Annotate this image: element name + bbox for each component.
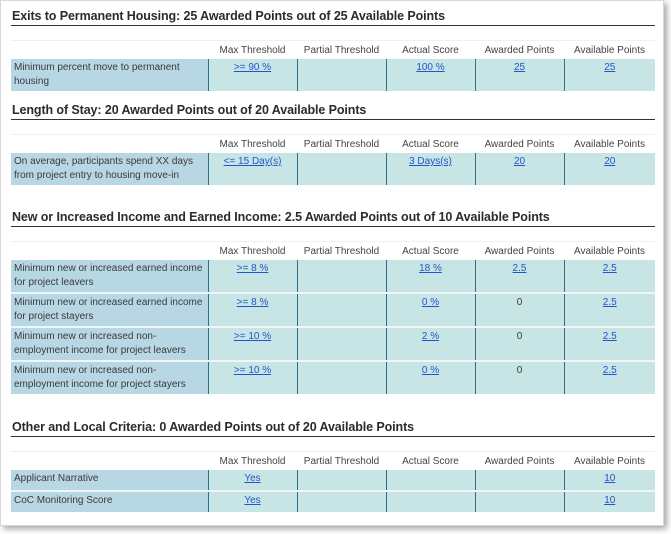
actual-score-link[interactable]: 2 %: [422, 331, 439, 342]
actual-score-link[interactable]: 100 %: [416, 62, 444, 73]
partial-threshold-cell: [297, 153, 387, 185]
available-points-link[interactable]: 2.5: [603, 297, 617, 308]
col-header-awarded-points: Awarded Points: [484, 44, 555, 56]
scoring-table: Max Threshold Partial Threshold Actual S…: [11, 135, 655, 185]
partial-threshold-cell: [297, 326, 387, 361]
row-label: Applicant Narrative: [11, 470, 209, 491]
available-points-link[interactable]: 10: [604, 473, 615, 484]
table-header-row: Max Threshold Partial Threshold Actual S…: [11, 452, 655, 470]
awarded-points-cell: [475, 490, 565, 512]
max-threshold-link[interactable]: >= 8 %: [237, 297, 269, 308]
col-header-max-threshold: Max Threshold: [219, 44, 286, 56]
col-header-available-points: Available Points: [574, 245, 645, 257]
table-row: CoC Monitoring Score Yes 10: [11, 490, 655, 512]
available-points-link[interactable]: 2.5: [603, 331, 617, 342]
section-other-local-criteria: Other and Local Criteria: 0 Awarded Poin…: [11, 420, 655, 512]
partial-threshold-cell: [297, 490, 387, 512]
col-header-actual-score: Actual Score: [402, 138, 459, 150]
awarded-points-value: 0: [475, 360, 565, 394]
col-header-awarded-points: Awarded Points: [484, 138, 555, 150]
col-header-awarded-points: Awarded Points: [484, 455, 555, 467]
available-points-link[interactable]: 20: [604, 156, 615, 167]
table-header-row: Max Threshold Partial Threshold Actual S…: [11, 41, 655, 59]
section-length-of-stay: Length of Stay: 20 Awarded Points out of…: [11, 103, 655, 185]
partial-threshold-cell: [297, 59, 387, 91]
col-header-max-threshold: Max Threshold: [219, 245, 286, 257]
available-points-link[interactable]: 25: [604, 62, 615, 73]
table-row: Minimum new or increased non-employment …: [11, 326, 655, 361]
table-header-row: Max Threshold Partial Threshold Actual S…: [11, 242, 655, 260]
partial-threshold-cell: [297, 260, 387, 293]
col-header-awarded-points: Awarded Points: [484, 245, 555, 257]
section-title: New or Increased Income and Earned Incom…: [11, 210, 655, 227]
table-row: Minimum new or increased non-employment …: [11, 360, 655, 394]
max-threshold-link[interactable]: Yes: [244, 473, 260, 484]
scoring-table: Max Threshold Partial Threshold Actual S…: [11, 41, 655, 91]
awarded-points-value: 0: [475, 292, 565, 327]
col-header-actual-score: Actual Score: [402, 455, 459, 467]
row-label: CoC Monitoring Score: [11, 490, 209, 512]
scoring-table: Max Threshold Partial Threshold Actual S…: [11, 242, 655, 394]
partial-threshold-cell: [297, 470, 387, 491]
available-points-link[interactable]: 10: [604, 495, 615, 506]
awarded-points-value: 0: [475, 326, 565, 361]
table-row: Minimum new or increased earned income f…: [11, 292, 655, 327]
col-header-partial-threshold: Partial Threshold: [303, 138, 380, 150]
section-exits-permanent-housing: Exits to Permanent Housing: 25 Awarded P…: [11, 9, 655, 91]
row-label: Minimum new or increased non-employment …: [11, 360, 209, 394]
col-header-partial-threshold: Partial Threshold: [303, 44, 380, 56]
row-label: Minimum new or increased non-employment …: [11, 326, 209, 361]
section-income: New or Increased Income and Earned Incom…: [11, 210, 655, 394]
actual-score-link[interactable]: 0 %: [422, 297, 439, 308]
available-points-link[interactable]: 2.5: [603, 365, 617, 376]
col-header-available-points: Available Points: [574, 455, 645, 467]
row-label: On average, participants spend XX days f…: [11, 153, 209, 185]
max-threshold-link[interactable]: >= 10 %: [234, 331, 271, 342]
actual-score-cell: [386, 470, 476, 491]
row-label: Minimum new or increased earned income f…: [11, 260, 209, 293]
table-row: Minimum new or increased earned income f…: [11, 260, 655, 293]
table-header-row: Max Threshold Partial Threshold Actual S…: [11, 135, 655, 153]
partial-threshold-cell: [297, 360, 387, 394]
available-points-link[interactable]: 2.5: [603, 263, 617, 274]
awarded-points-cell: [475, 470, 565, 491]
section-title: Length of Stay: 20 Awarded Points out of…: [11, 103, 655, 120]
row-label: Minimum percent move to permanent housin…: [11, 59, 209, 91]
col-header-actual-score: Actual Score: [402, 245, 459, 257]
col-header-partial-threshold: Partial Threshold: [303, 455, 380, 467]
scoring-table: Max Threshold Partial Threshold Actual S…: [11, 452, 655, 512]
awarded-points-link[interactable]: 25: [514, 62, 525, 73]
section-title: Exits to Permanent Housing: 25 Awarded P…: [11, 9, 655, 26]
scoring-report-panel: Exits to Permanent Housing: 25 Awarded P…: [0, 0, 664, 526]
table-row: On average, participants spend XX days f…: [11, 153, 655, 185]
actual-score-link[interactable]: 18 %: [419, 263, 442, 274]
max-threshold-link[interactable]: >= 8 %: [237, 263, 269, 274]
col-header-actual-score: Actual Score: [402, 44, 459, 56]
actual-score-link[interactable]: 3 Days(s): [409, 156, 452, 167]
section-title: Other and Local Criteria: 0 Awarded Poin…: [11, 420, 655, 437]
actual-score-link[interactable]: 0 %: [422, 365, 439, 376]
max-threshold-link[interactable]: Yes: [244, 495, 260, 506]
col-header-available-points: Available Points: [574, 138, 645, 150]
col-header-available-points: Available Points: [574, 44, 645, 56]
row-label: Minimum new or increased earned income f…: [11, 292, 209, 327]
max-threshold-link[interactable]: <= 15 Day(s): [224, 156, 282, 167]
table-row: Applicant Narrative Yes 10: [11, 470, 655, 491]
max-threshold-link[interactable]: >= 10 %: [234, 365, 271, 376]
col-header-max-threshold: Max Threshold: [219, 455, 286, 467]
awarded-points-link[interactable]: 2.5: [513, 263, 527, 274]
awarded-points-link[interactable]: 20: [514, 156, 525, 167]
partial-threshold-cell: [297, 292, 387, 327]
max-threshold-link[interactable]: >= 90 %: [234, 62, 271, 73]
col-header-partial-threshold: Partial Threshold: [303, 245, 380, 257]
actual-score-cell: [386, 490, 476, 512]
table-row: Minimum percent move to permanent housin…: [11, 59, 655, 91]
col-header-max-threshold: Max Threshold: [219, 138, 286, 150]
